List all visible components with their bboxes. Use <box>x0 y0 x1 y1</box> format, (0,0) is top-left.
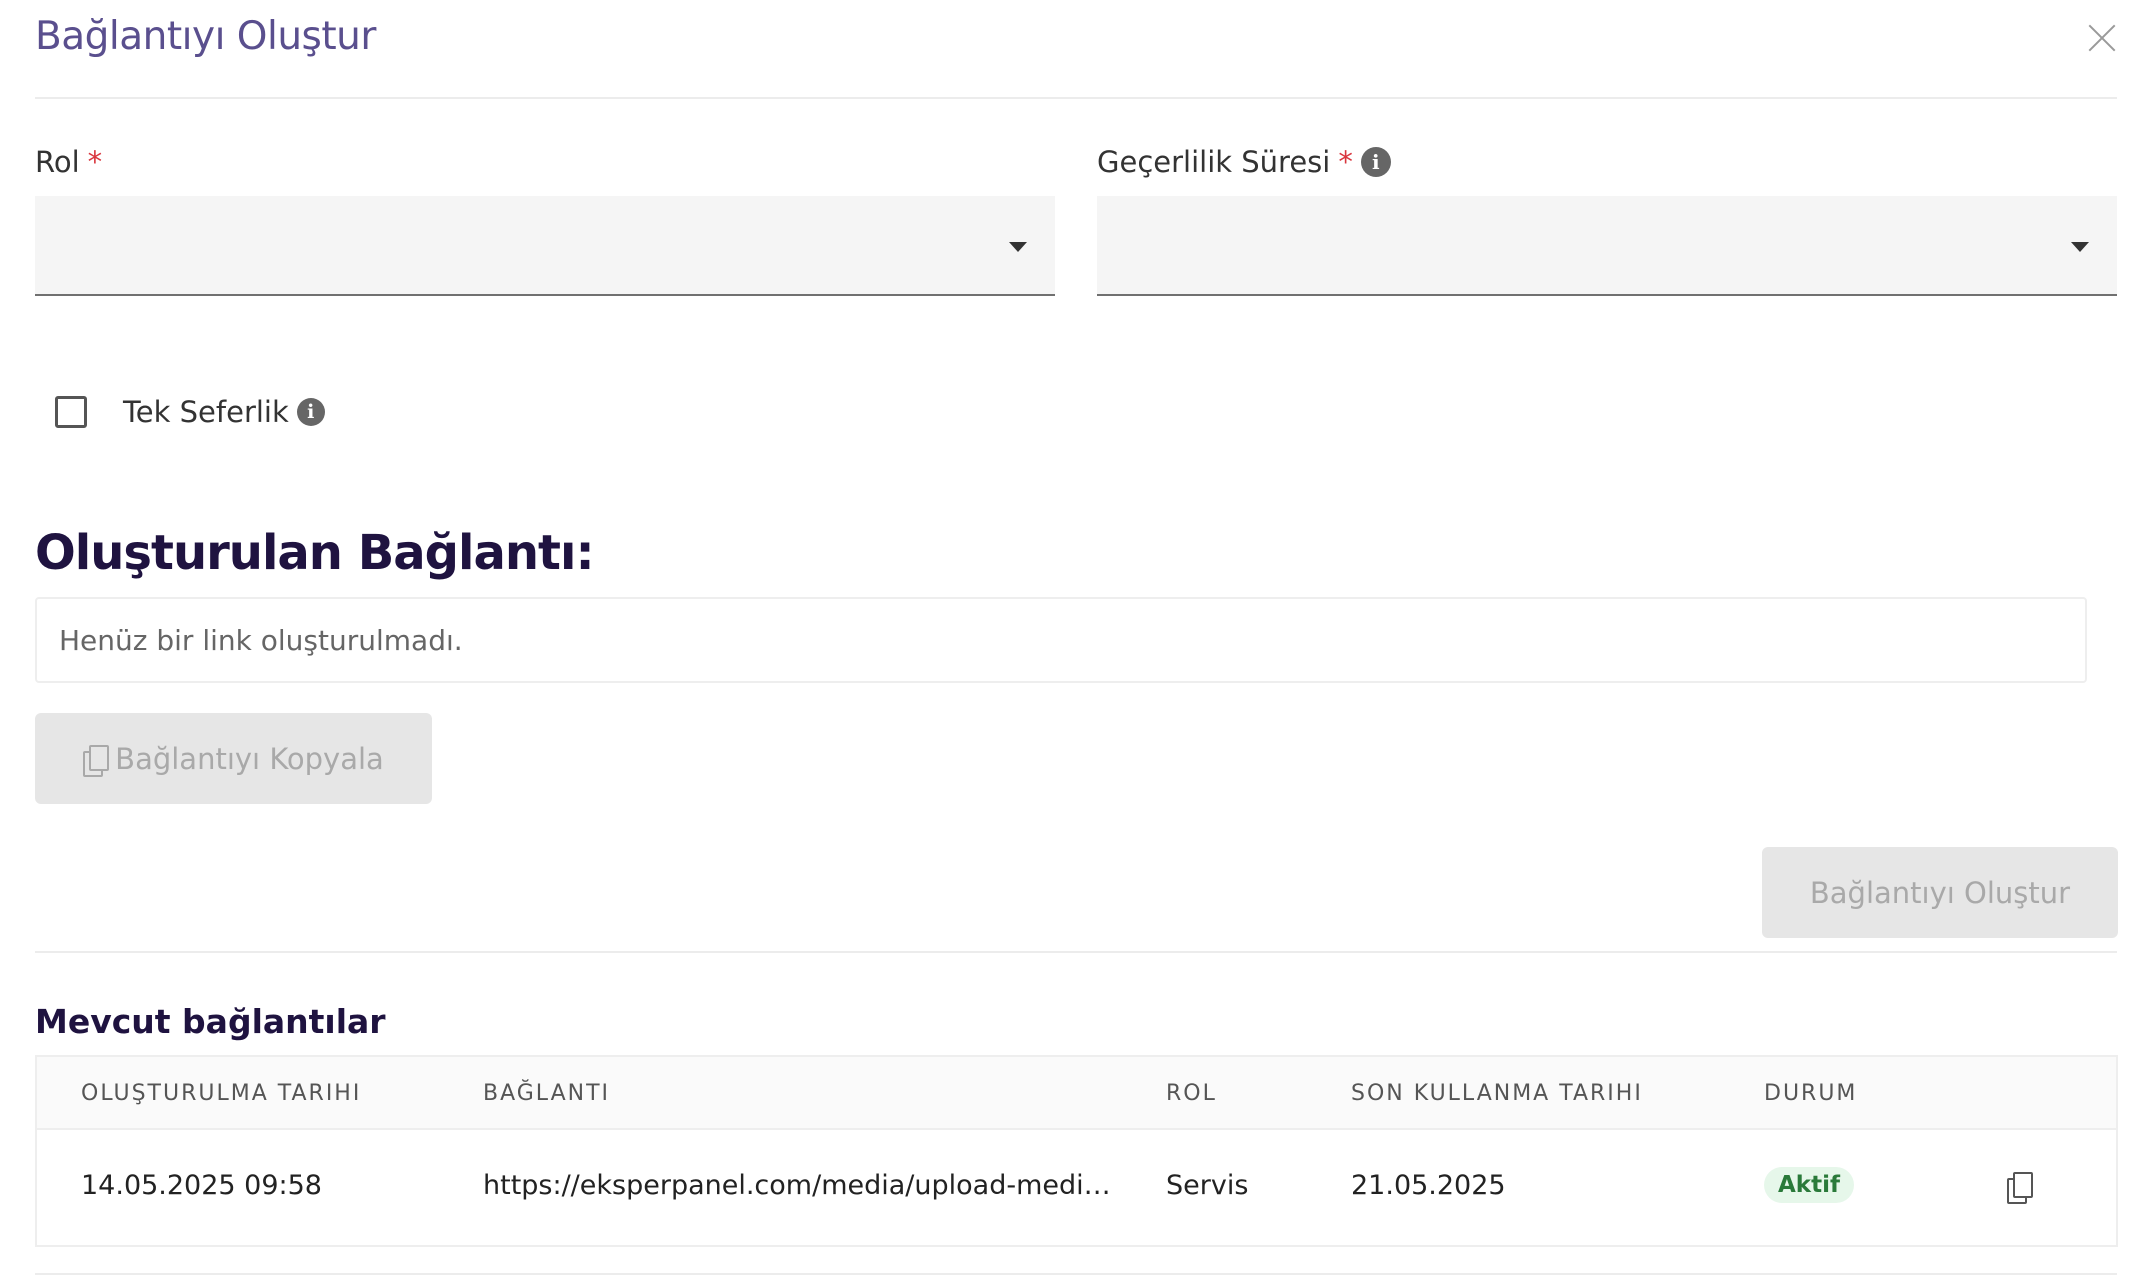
role-label-text: Rol <box>35 145 80 179</box>
table-row: 14.05.2025 09:58 https://eksperpanel.com… <box>37 1130 2116 1245</box>
column-header-role[interactable]: ROL <box>1166 1081 1217 1106</box>
column-header-expires[interactable]: SON KULLANMA TARIHI <box>1351 1081 1643 1106</box>
role-required-mark: * <box>87 145 103 179</box>
dialog-title: Bağlantıyı Oluştur <box>35 14 376 59</box>
cell-expires: 21.05.2025 <box>1351 1170 1506 1201</box>
row-copy-button[interactable] <box>2007 1172 2033 1205</box>
single-use-row: Tek Seferlik i <box>55 395 325 429</box>
copy-icon <box>2007 1172 2033 1204</box>
existing-links-title: Mevcut bağlantılar <box>35 1002 386 1041</box>
create-link-dialog: Bağlantıyı Oluştur Rol * Geçerlilik Süre… <box>0 0 2146 1276</box>
close-icon[interactable] <box>2082 18 2122 58</box>
role-select[interactable] <box>35 196 1055 296</box>
validity-select[interactable] <box>1097 196 2117 296</box>
generated-link-field: Henüz bir link oluşturulmadı. <box>35 597 2087 683</box>
single-use-label-text: Tek Seferlik <box>123 395 289 429</box>
copy-link-label: Bağlantıyı Kopyala <box>115 741 384 776</box>
column-header-created[interactable]: OLUŞTURULMA TARIHI <box>81 1081 361 1106</box>
validity-required-mark: * <box>1338 145 1353 179</box>
header-divider <box>35 97 2117 99</box>
info-icon[interactable]: i <box>1360 147 1391 177</box>
info-icon[interactable]: i <box>296 398 325 426</box>
status-badge: Aktif <box>1764 1167 1854 1203</box>
create-link-label: Bağlantıyı Oluştur <box>1809 875 2071 910</box>
generated-link-title: Oluşturulan Bağlantı: <box>35 525 595 581</box>
cell-role: Servis <box>1166 1170 1249 1201</box>
column-header-status[interactable]: DURUM <box>1764 1081 1857 1106</box>
section-divider <box>35 951 2117 953</box>
column-header-link[interactable]: BAĞLANTI <box>483 1081 610 1106</box>
generated-link-placeholder: Henüz bir link oluşturulmadı. <box>59 623 463 657</box>
table-header: OLUŞTURULMA TARIHI BAĞLANTI ROL SON KULL… <box>37 1057 2116 1130</box>
footer-divider <box>35 1273 2117 1275</box>
cell-link: https://eksperpanel.com/media/upload-med… <box>483 1170 1113 1201</box>
single-use-checkbox[interactable] <box>55 396 87 428</box>
single-use-label: Tek Seferlik i <box>123 395 325 429</box>
copy-icon <box>83 744 110 777</box>
chevron-down-icon <box>2071 242 2089 252</box>
create-link-button[interactable]: Bağlantıyı Oluştur <box>1762 847 2118 938</box>
chevron-down-icon <box>1009 242 1027 252</box>
cell-created: 14.05.2025 09:58 <box>81 1170 322 1201</box>
copy-link-button[interactable]: Bağlantıyı Kopyala <box>35 713 432 804</box>
validity-label-text: Geçerlilik Süresi <box>1097 145 1331 179</box>
existing-links-table: OLUŞTURULMA TARIHI BAĞLANTI ROL SON KULL… <box>35 1055 2118 1247</box>
role-label: Rol * <box>35 145 102 179</box>
validity-label: Geçerlilik Süresi * i <box>1097 145 1391 179</box>
